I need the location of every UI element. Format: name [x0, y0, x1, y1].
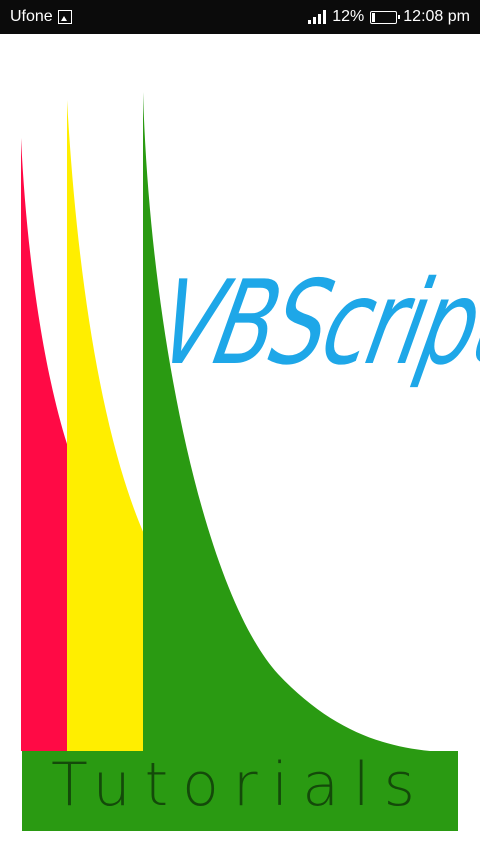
- signal-icon: [308, 10, 327, 24]
- status-right: 12% 12:08 pm: [308, 8, 470, 26]
- status-bar: Ufone 12% 12:08 pm: [0, 0, 480, 34]
- logo-graphic: [21, 92, 430, 751]
- tutorials-banner: Tutorials: [22, 751, 458, 831]
- status-left: Ufone: [10, 8, 72, 26]
- red-stripe: [21, 138, 67, 751]
- battery-percent: 12%: [332, 8, 365, 25]
- clock: 12:08 pm: [403, 8, 470, 25]
- battery-icon: [370, 10, 401, 24]
- tutorials-label: Tutorials: [51, 750, 429, 820]
- splash-screen: VBScript Tutorials: [0, 34, 480, 854]
- logo-text: VBScript: [148, 256, 480, 392]
- green-stripe: [143, 92, 430, 751]
- yellow-stripe: [67, 100, 144, 751]
- gallery-notification-icon: [57, 10, 72, 24]
- carrier-name: Ufone: [10, 8, 53, 25]
